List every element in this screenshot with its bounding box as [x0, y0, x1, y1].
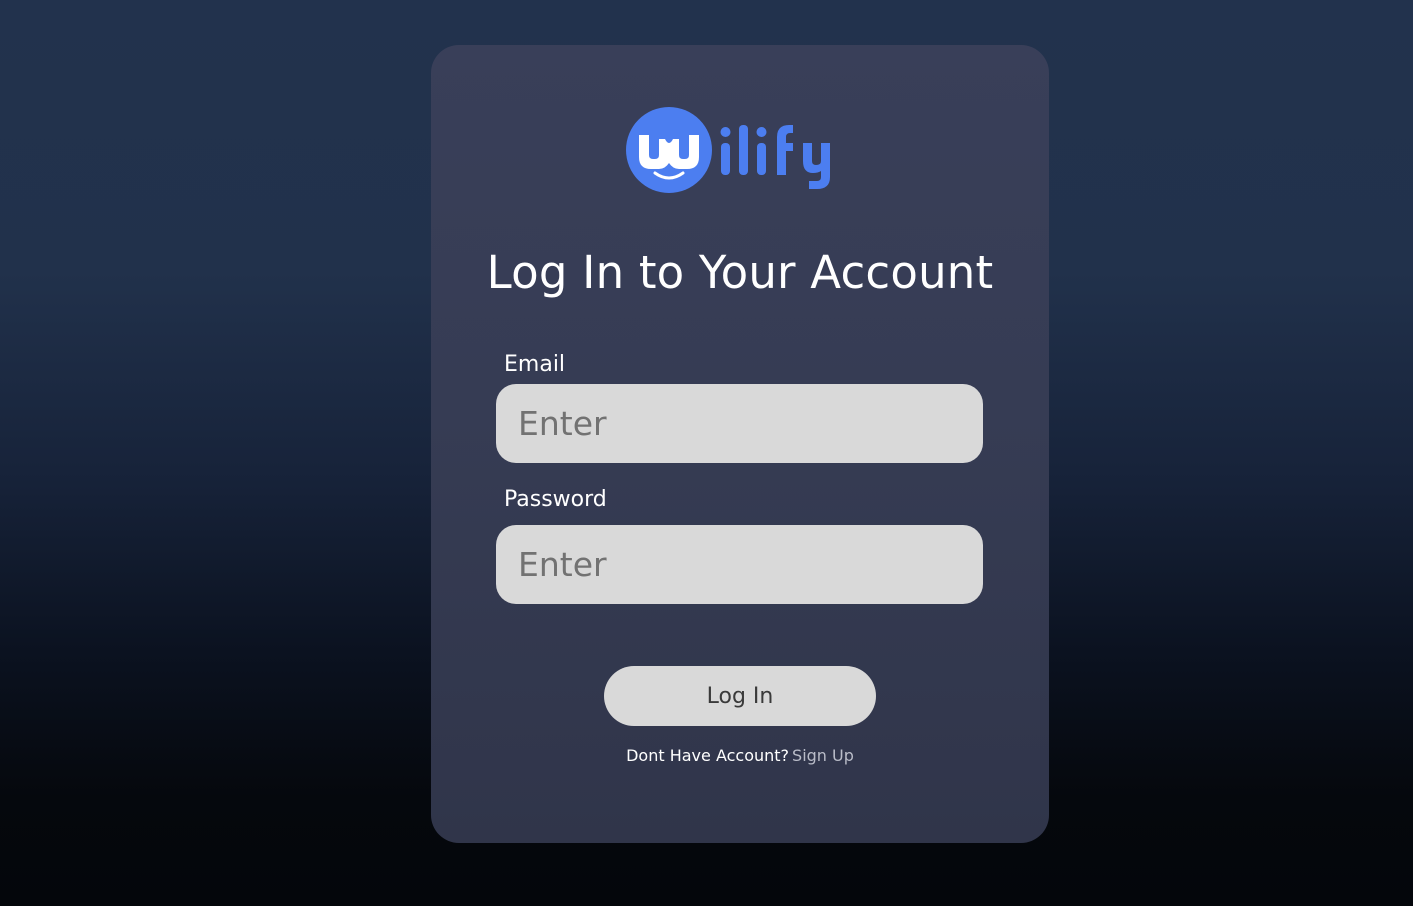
page-title: Log In to Your Account [486, 246, 994, 299]
signup-prompt: Dont Have Account? [626, 746, 790, 765]
wilify-logo-icon [626, 107, 830, 193]
email-field[interactable] [496, 384, 983, 463]
signup-row: Dont Have Account? Sign Up [431, 743, 1049, 769]
signup-link[interactable]: Sign Up [792, 746, 854, 765]
password-label: Password [504, 487, 607, 512]
login-card: Log In to Your Account Email Password Lo… [431, 45, 1049, 843]
login-button[interactable]: Log In [604, 666, 876, 726]
email-label: Email [504, 352, 566, 377]
password-field[interactable] [496, 525, 983, 604]
brand-logo [625, 105, 855, 197]
